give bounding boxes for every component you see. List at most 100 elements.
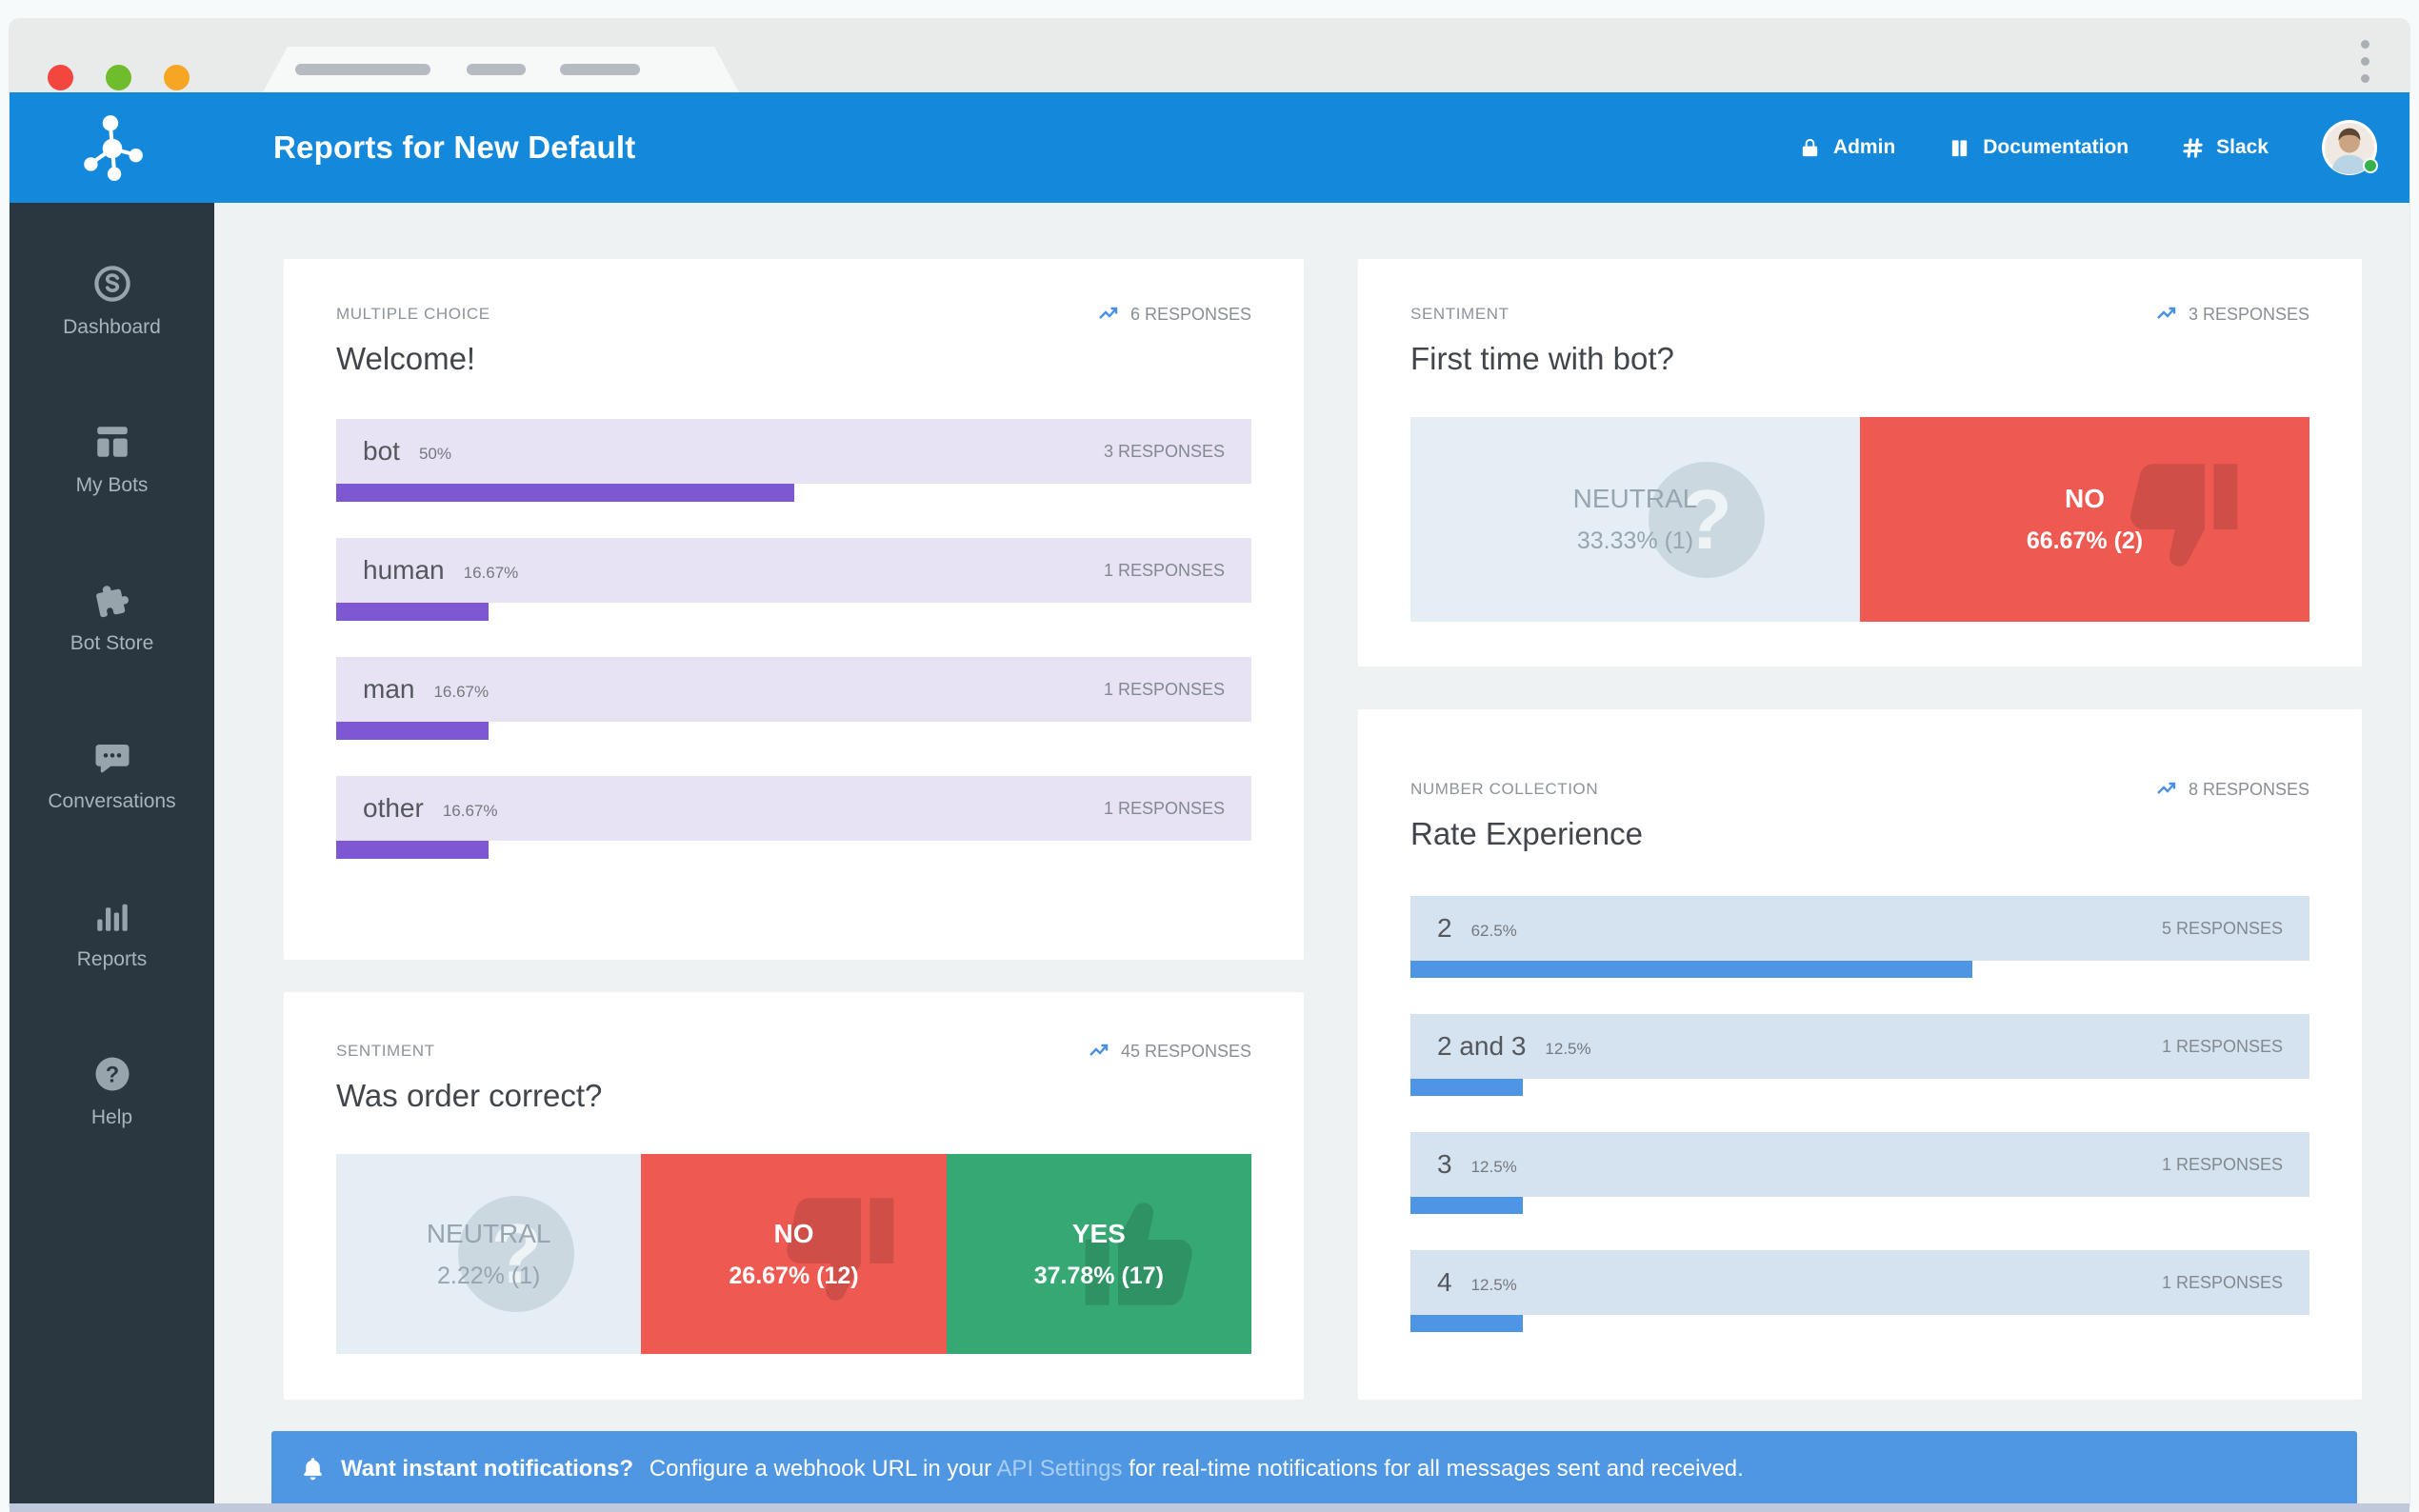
choice-row: man 16.67% 1 RESPONSES xyxy=(336,657,1251,740)
bell-icon xyxy=(304,1458,322,1481)
nav-slack[interactable]: Slack xyxy=(2182,136,2269,159)
zoom-window-button[interactable] xyxy=(164,65,190,90)
user-avatar[interactable] xyxy=(2322,120,2378,175)
sidebar-label: My Bots xyxy=(75,474,149,496)
online-status-dot xyxy=(2363,158,2378,173)
segment-value: 26.67% (12) xyxy=(729,1262,859,1289)
responses-count: 45 RESPONSES xyxy=(1089,1040,1251,1063)
choice-label: bot xyxy=(363,436,400,466)
choice-responses: 1 RESPONSES xyxy=(1103,560,1225,580)
webhook-notification-banner: Want instant notifications? Configure a … xyxy=(271,1431,2357,1506)
choice-label: man xyxy=(363,674,415,704)
sentiment-segments: NEUTRAL 33.33% (1) ? NO 66.67% (2) xyxy=(1410,417,2309,622)
sidebar-item-help[interactable]: ? Help xyxy=(10,1018,214,1176)
trending-up-icon xyxy=(1099,307,1118,319)
sidebar-label: Reports xyxy=(76,948,148,970)
card-rate-experience: NUMBER COLLECTION 8 RESPONSES Rate Exper… xyxy=(1358,709,2362,1400)
number-bar xyxy=(1410,1315,1523,1332)
window-bottom-edge xyxy=(10,1503,2409,1512)
close-window-button[interactable] xyxy=(48,65,73,90)
card-first-time: SENTIMENT 3 RESPONSES First time with bo… xyxy=(1358,259,2362,666)
sidebar-label: Help xyxy=(90,1106,133,1128)
number-row: 2 and 3 12.5% 1 RESPONSES xyxy=(1410,1014,2309,1096)
segment-value: 66.67% (2) xyxy=(2026,527,2144,554)
segment-label: NEUTRAL xyxy=(1572,484,1698,513)
nav-admin-label: Admin xyxy=(1832,136,1896,158)
window-controls xyxy=(48,65,190,90)
minimize-window-button[interactable] xyxy=(106,65,131,90)
bar-chart-icon xyxy=(96,904,128,931)
app-header: Reports for New Default Admin Documentat… xyxy=(10,92,2409,203)
card-welcome: MULTIPLE CHOICE 6 RESPONSES Welcome! bot… xyxy=(284,259,1304,960)
responses-count: 8 RESPONSES xyxy=(2156,778,2309,801)
segment-value: 2.22% (1) xyxy=(436,1262,541,1289)
puzzle-icon xyxy=(95,586,129,618)
notification-text: Want instant notifications? Configure a … xyxy=(341,1456,1744,1482)
thumbs-down-watermark xyxy=(2109,446,2252,593)
number-row: 4 12.5% 1 RESPONSES xyxy=(1410,1250,2309,1332)
slack-icon xyxy=(2183,137,2203,158)
number-row: 2 62.5% 5 RESPONSES xyxy=(1410,896,2309,978)
tab-placeholder xyxy=(467,64,526,75)
sidebar-item-bot-store[interactable]: Bot Store xyxy=(10,544,214,702)
question-mark-watermark: ? xyxy=(458,1196,575,1312)
thumbs-up-watermark xyxy=(1070,1181,1213,1328)
segment-yes: YES 37.78% (17) xyxy=(946,1154,1251,1354)
choice-row: bot 50% 3 RESPONSES xyxy=(336,419,1251,502)
choice-row: other 16.67% 1 RESPONSES xyxy=(336,776,1251,859)
sidebar-item-conversations[interactable]: Conversations xyxy=(10,702,214,860)
number-percent: 12.5% xyxy=(1545,1040,1591,1058)
notification-pre-link: Configure a webhook URL in your xyxy=(649,1455,997,1482)
choice-bar xyxy=(336,841,490,859)
segment-label: YES xyxy=(1071,1218,1126,1248)
number-bar xyxy=(1410,1197,1523,1214)
sidebar-item-my-bots[interactable]: My Bots xyxy=(10,386,214,544)
card-title: Rate Experience xyxy=(1410,816,1643,851)
trending-up-icon xyxy=(2157,307,2176,319)
choice-bar xyxy=(336,722,490,740)
tab-title-placeholder xyxy=(295,64,430,75)
api-settings-link[interactable]: API Settings xyxy=(996,1456,1122,1482)
notification-post-link: for real-time notifications for all mess… xyxy=(1129,1455,1744,1482)
choice-percent: 50% xyxy=(418,445,451,463)
browser-chrome xyxy=(10,19,2409,92)
segment-neutral: NEUTRAL 33.33% (1) ? xyxy=(1410,417,1860,622)
sidebar-label: Dashboard xyxy=(63,316,161,338)
segment-value: 33.33% (1) xyxy=(1576,527,1694,554)
sidebar-item-dashboard[interactable]: Dashboard xyxy=(10,228,214,386)
sidebar-label: Conversations xyxy=(48,790,176,812)
main-content: MULTIPLE CHOICE 6 RESPONSES Welcome! bot… xyxy=(214,203,2409,1506)
choice-responses: 1 RESPONSES xyxy=(1103,679,1225,699)
thumbs-down-watermark xyxy=(766,1181,909,1328)
nav-documentation[interactable]: Documentation xyxy=(1949,136,2129,159)
browser-menu-icon[interactable] xyxy=(2361,40,2369,83)
browser-tab[interactable] xyxy=(263,47,739,92)
responses-count: 3 RESPONSES xyxy=(2156,303,2309,326)
card-title: Was order correct? xyxy=(336,1078,603,1113)
question-mark-watermark: ? xyxy=(1649,461,1765,578)
card-title: First time with bot? xyxy=(1410,341,1674,376)
page-title: Reports for New Default xyxy=(273,129,636,165)
number-row: 3 12.5% 1 RESPONSES xyxy=(1410,1132,2309,1214)
nav-documentation-label: Documentation xyxy=(1983,136,2129,158)
sentiment-segments: NEUTRAL 2.22% (1) ? NO 26.67% (12) YES 3… xyxy=(336,1154,1251,1354)
segment-label: NO xyxy=(773,1218,814,1248)
number-bar xyxy=(1410,961,1972,978)
number-label: 2 xyxy=(1437,913,1452,943)
choice-bar xyxy=(336,603,490,621)
molecule-logo-icon xyxy=(83,115,143,181)
number-percent: 12.5% xyxy=(1470,1276,1517,1294)
svg-text:?: ? xyxy=(105,1063,118,1087)
card-category: SENTIMENT xyxy=(336,1042,435,1060)
dashboard-icon xyxy=(93,266,130,302)
number-label: 2 and 3 xyxy=(1437,1031,1527,1061)
book-icon xyxy=(1952,139,1968,156)
segment-label: NEUTRAL xyxy=(426,1218,551,1248)
nav-admin[interactable]: Admin xyxy=(1799,136,1895,159)
choice-row: human 16.67% 1 RESPONSES xyxy=(336,538,1251,621)
notification-bold-text: Want instant notifications? xyxy=(341,1455,634,1482)
screenshot: Reports for New Default Admin Documentat… xyxy=(0,0,2419,1512)
app-logo[interactable] xyxy=(10,111,214,184)
number-label: 4 xyxy=(1437,1267,1452,1297)
sidebar-item-reports[interactable]: Reports xyxy=(10,860,214,1018)
